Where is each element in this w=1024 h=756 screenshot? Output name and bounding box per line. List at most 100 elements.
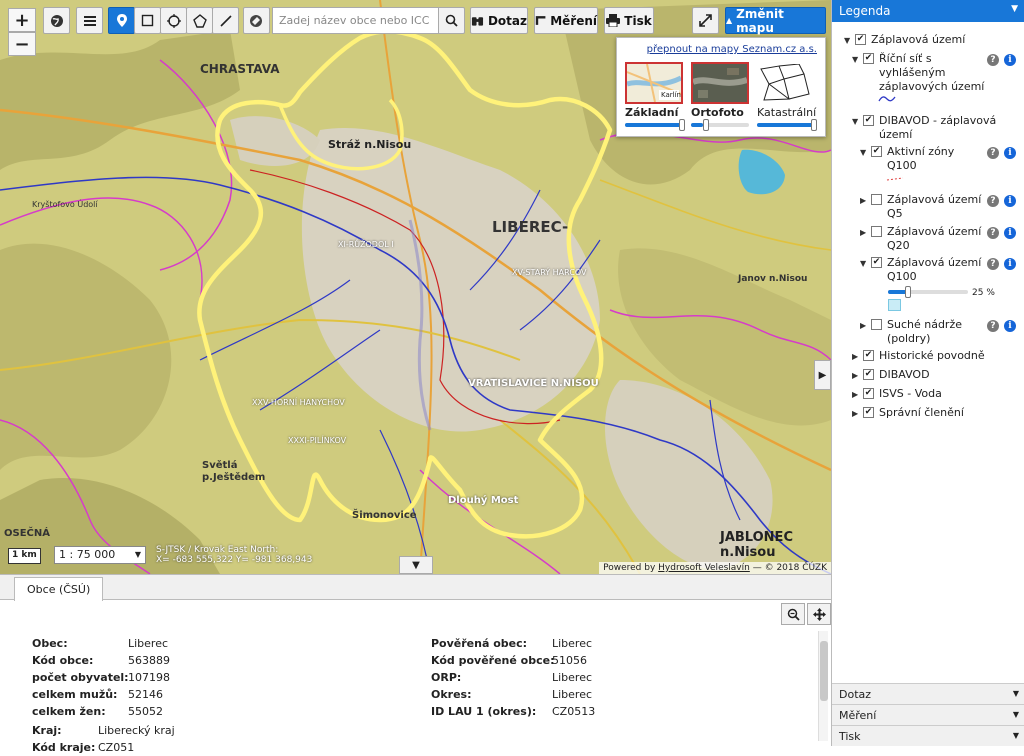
search-input[interactable]: Zadej název obce nebo ICC	[272, 7, 438, 34]
info-row: Kód obce: 563889	[32, 652, 412, 669]
info-icon[interactable]: i	[1004, 320, 1016, 332]
legend-item-label: (poldry)	[887, 332, 931, 345]
info-key: Kraj:	[32, 724, 62, 737]
change-map-label: Změnit mapu	[736, 6, 784, 35]
zoom-to-feature-button[interactable]	[781, 603, 805, 625]
basemap-thumb-basic[interactable]: Karlín	[625, 62, 683, 104]
basemap-thumb-cadastral[interactable]	[757, 62, 815, 104]
info-row: Kraj: Liberecký kraj	[32, 722, 412, 739]
basemap-thumb-ortho[interactable]	[691, 62, 749, 104]
accordion-dotaz[interactable]: Dotaz ▼	[832, 683, 1024, 704]
collapse-legend-button[interactable]: ▶	[814, 360, 831, 390]
draw-polygon-button[interactable]	[186, 7, 213, 34]
basemap-label-basic: Základní	[625, 106, 679, 119]
basemap-opacity-slider-cadastral[interactable]	[757, 119, 817, 131]
legend-item-q20[interactable]: ▶ Záplavová území Q20	[860, 225, 1024, 253]
checkbox-checked[interactable]: ✔	[871, 146, 882, 157]
q100-opacity-slider[interactable]	[888, 286, 968, 298]
print-button[interactable]: Tisk	[604, 7, 654, 34]
basemap-opacity-slider-basic[interactable]	[625, 119, 685, 131]
globe-button[interactable]	[43, 7, 70, 34]
accordion-tisk[interactable]: Tisk ▼	[832, 725, 1024, 746]
map-label-horni-hanychov: XXV-HORNÍ HANYCHOV	[252, 398, 345, 407]
checkbox-checked[interactable]: ✔	[863, 369, 874, 380]
legend-item-historicke[interactable]: ▶ ✔ Historické povodně	[852, 349, 1024, 363]
checkbox-checked[interactable]: ✔	[863, 53, 874, 64]
caret-right-icon: ▶	[860, 321, 867, 330]
info-scrollbar[interactable]	[818, 631, 828, 741]
help-icon[interactable]: ?	[987, 195, 999, 207]
query-button[interactable]: Dotaz	[470, 7, 528, 34]
help-icon[interactable]: ?	[987, 227, 999, 239]
checkbox-unchecked[interactable]	[871, 194, 882, 205]
legend-item-q100[interactable]: ▼ ✔ Záplavová území Q100	[860, 256, 1024, 284]
map-label-straz: Stráž n.Nisou	[328, 138, 412, 151]
draw-point-button[interactable]	[108, 7, 135, 34]
help-icon[interactable]: ?	[987, 258, 999, 270]
info-icon[interactable]: i	[1004, 227, 1016, 239]
info-value: 51056	[552, 654, 587, 667]
change-map-button[interactable]: ▲ Změnit mapu	[725, 6, 826, 35]
info-row: Pověřená obec: Liberec	[431, 635, 761, 652]
switch-provider-link[interactable]: přepnout na mapy Seznam.cz a.s.	[647, 44, 817, 55]
help-icon[interactable]: ?	[987, 320, 999, 332]
caret-right-icon: ▶	[852, 371, 859, 380]
info-row: Okres: Liberec	[431, 686, 761, 703]
checkbox-checked[interactable]: ✔	[863, 115, 874, 126]
checkbox-checked[interactable]: ✔	[855, 34, 866, 45]
info-key: Kód kraje:	[32, 741, 96, 754]
legend-item-zaplavova[interactable]: ▼ ✔ Záplavová území	[844, 33, 1024, 47]
checkbox-checked[interactable]: ✔	[863, 388, 874, 399]
legend-item-dibavod-zaplavova[interactable]: ▼ ✔ DIBAVOD - záplavová území	[852, 114, 1024, 142]
scrollbar-thumb[interactable]	[820, 641, 828, 701]
legend-header[interactable]: Legenda ▼	[832, 0, 1024, 22]
legend-item-spravni[interactable]: ▶ ✔ Správní členění	[852, 406, 1024, 420]
checkbox-checked[interactable]: ✔	[871, 257, 882, 268]
legend-item-isvs[interactable]: ▶ ✔ ISVS - Voda	[852, 387, 1024, 401]
legend-item-label: Historické povodně	[879, 349, 985, 362]
checkbox-checked[interactable]: ✔	[863, 407, 874, 418]
collapse-panel-button[interactable]: ▼	[399, 556, 433, 574]
legend-item-label: záplavových území	[879, 80, 985, 93]
checkbox-checked[interactable]: ✔	[863, 350, 874, 361]
basemap-opacity-slider-ortho[interactable]	[691, 119, 749, 131]
legend-item-dibavod[interactable]: ▶ ✔ DIBAVOD	[852, 368, 1024, 382]
help-icon[interactable]: ?	[987, 147, 999, 159]
info-icon[interactable]: i	[1004, 258, 1016, 270]
info-icon[interactable]: i	[1004, 147, 1016, 159]
ruler-icon	[535, 16, 546, 25]
floodplain-swatch	[888, 299, 901, 311]
thumb-text: Karlín	[661, 91, 681, 99]
search-icon	[445, 14, 458, 27]
checkbox-unchecked[interactable]	[871, 226, 882, 237]
chevron-down-icon: ▼	[1011, 4, 1018, 14]
menu-button[interactable]	[76, 7, 103, 34]
attribution-link[interactable]: Hydrosoft Veleslavín	[658, 563, 750, 573]
draw-line-button[interactable]	[212, 7, 239, 34]
zoom-in-button[interactable]: +	[8, 8, 36, 32]
info-icon[interactable]: i	[1004, 195, 1016, 207]
eraser-button[interactable]	[243, 7, 270, 34]
info-row: celkem žen: 55052	[32, 703, 412, 720]
search-button[interactable]	[438, 7, 465, 34]
scale-select[interactable]: 1 : 75 000 ▼	[54, 546, 146, 564]
zoom-search-icon	[787, 608, 800, 621]
draw-rectangle-button[interactable]	[134, 7, 161, 34]
tab-obce[interactable]: Obce (ČSÚ)	[14, 577, 104, 601]
fullscreen-button[interactable]	[692, 7, 719, 34]
basemap-switcher: přepnout na mapy Seznam.cz a.s. Karlín Z…	[616, 37, 826, 137]
draw-circle-button[interactable]	[160, 7, 187, 34]
info-icon[interactable]: i	[1004, 54, 1016, 66]
checkbox-unchecked[interactable]	[871, 319, 882, 330]
legend-item-aktivni-zony[interactable]: ▼ ✔ Aktivní zóny Q100	[860, 145, 1024, 173]
help-icon[interactable]: ?	[987, 54, 999, 66]
accordion-mereni[interactable]: Měření ▼	[832, 704, 1024, 725]
legend-item-q5[interactable]: ▶ Záplavová území Q5	[860, 193, 1024, 221]
zoom-out-button[interactable]: −	[8, 32, 36, 56]
measure-button[interactable]: Měření	[534, 7, 598, 34]
pan-to-feature-button[interactable]	[807, 603, 831, 625]
legend-item-suche-nadrze[interactable]: ▶ Suché nádrže (poldry)	[860, 318, 1024, 346]
map-view[interactable]: CHRASTAVA Stráž n.Nisou LIBEREC- VRATISL…	[0, 0, 831, 574]
attribution: Powered by Hydrosoft Veleslavín — © 2018…	[599, 562, 831, 574]
print-label: Tisk	[624, 13, 652, 28]
